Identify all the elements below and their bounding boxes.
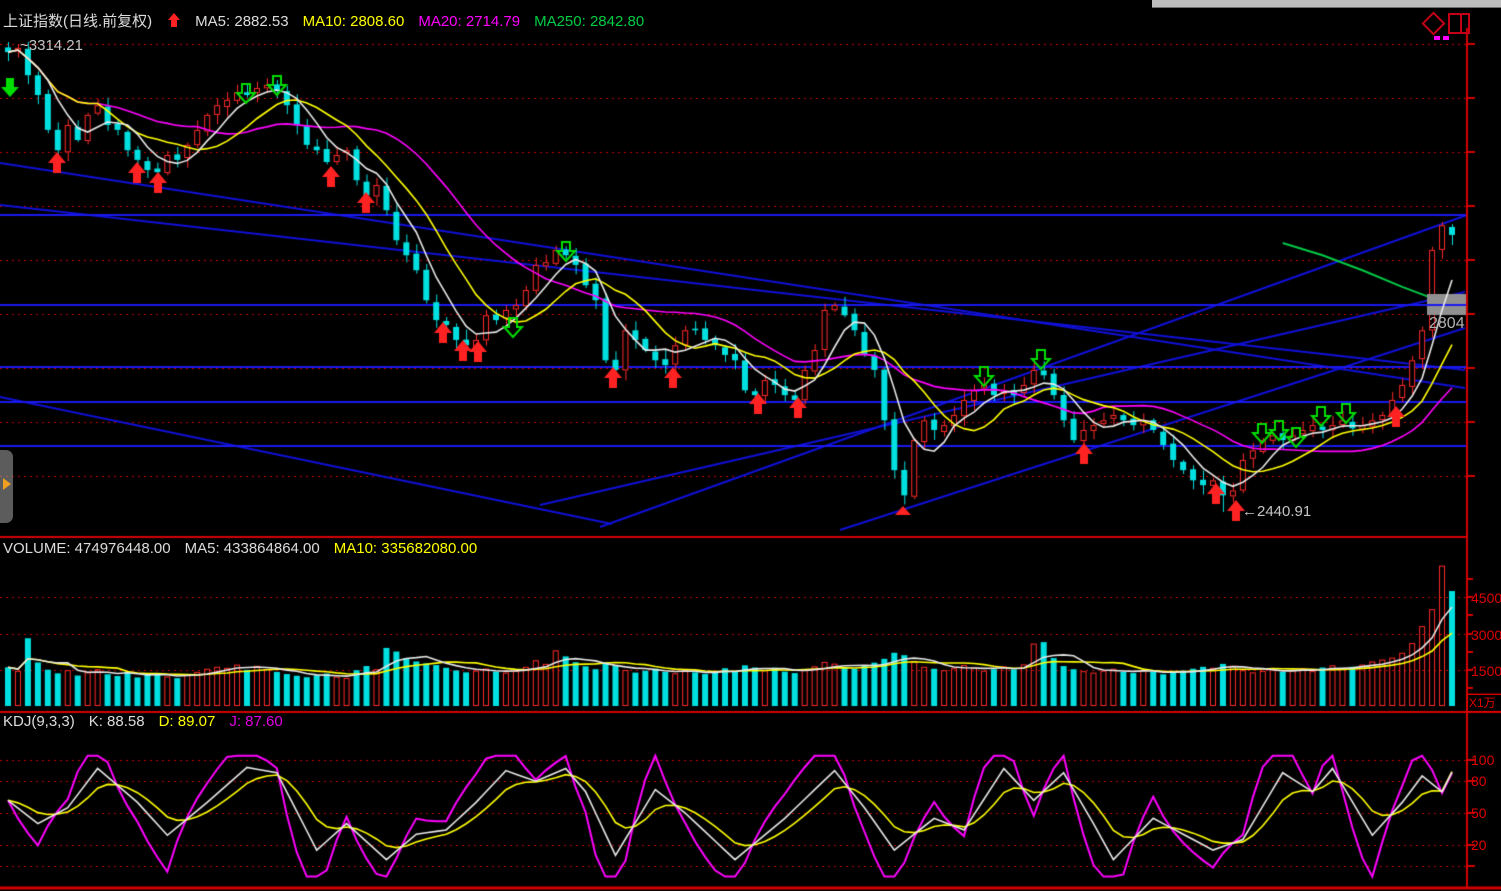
chart-application-window: 上证指数(日线.前复权) MA5: 2882.53 MA10: 2808.60 MA2… [0,0,1501,891]
ma250-value: MA250: 2842.80 [534,13,644,30]
up-arrow-icon [168,13,181,28]
price-marker-label: 2804 [1429,315,1465,333]
instrument-title: 上证指数(日线.前复权) [3,13,152,30]
magenta-dash-icon [1443,36,1449,40]
volume-ma5-value: MA5: 433864864.00 [185,540,320,557]
kdj-pane-header: KDJ(9,3,3) K: 88.58 D: 89.07 J: 87.60 [3,713,297,730]
axis-tick-label: 100 [1471,752,1494,768]
volume-value: VOLUME: 474976448.00 [3,540,171,557]
kdj-j-value: J: 87.60 [229,713,282,730]
axis-tick-label: 80 [1471,773,1487,789]
kdj-name: KDJ(9,3,3) [3,713,75,730]
kdj-d-value: D: 89.07 [159,713,216,730]
sidebar-expand-tab[interactable] [0,450,13,523]
volume-pane-header: VOLUME: 474976448.00 MA5: 433864864.00 MA1… [3,540,491,557]
ma20-value: MA20: 2714.79 [418,13,520,30]
low-price-label: ←2440.91 [1242,503,1311,520]
price-pane-header: 上证指数(日线.前复权) MA5: 2882.53 MA10: 2808.60 MA2… [3,10,658,31]
axis-tick-label: 20 [1471,837,1487,853]
split-window-icon[interactable] [1448,13,1470,34]
ma5-value: MA5: 2882.53 [195,13,288,30]
chart-canvas[interactable] [0,0,1501,891]
magenta-dash-icon [1434,36,1440,40]
axis-tick-label: 50 [1471,805,1487,821]
high-price-label: ~3314.21 [20,37,83,54]
axis-tick-label: 15000 [1471,663,1501,679]
ma10-value: MA10: 2808.60 [303,13,405,30]
kdj-k-value: K: 88.58 [89,713,145,730]
volume-unit-label: X1万 [1467,694,1501,712]
axis-tick-label: 45000 [1471,590,1501,606]
window-edge-strip [1152,0,1501,8]
volume-ma10-value: MA10: 335682080.00 [334,540,477,557]
axis-tick-label: 30000 [1471,627,1501,643]
